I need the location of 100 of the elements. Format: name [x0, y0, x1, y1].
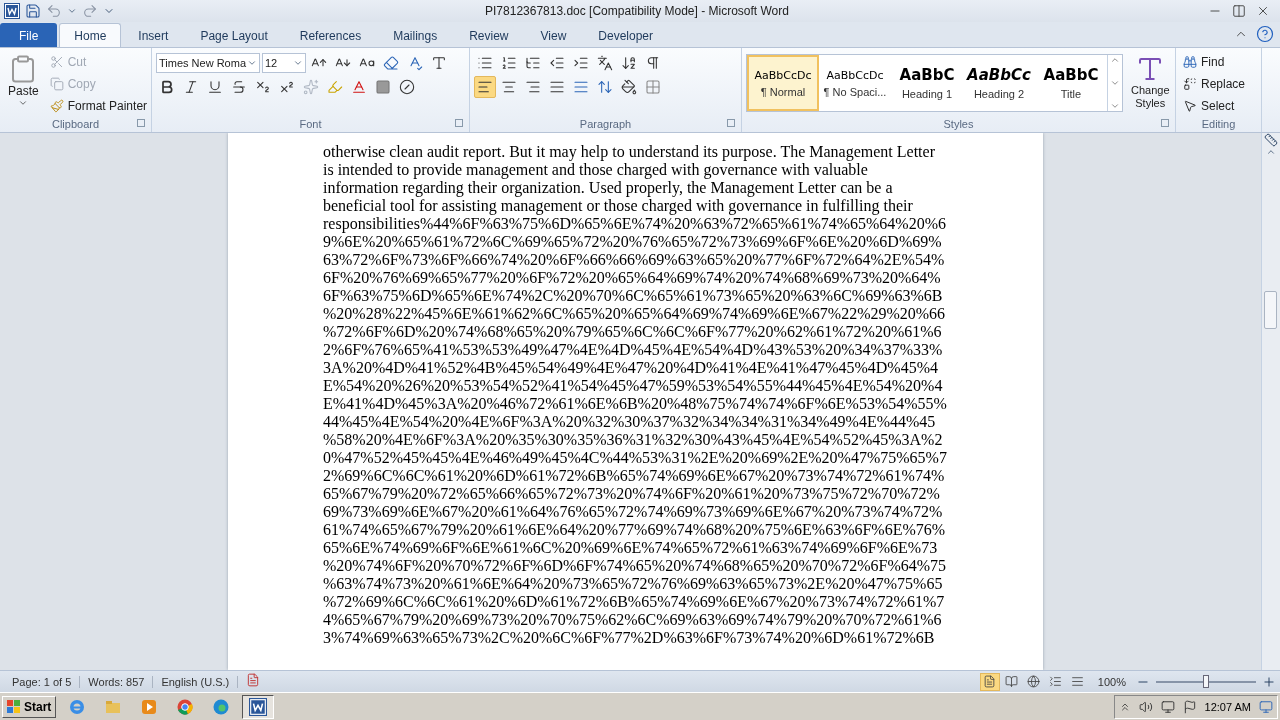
italic-icon [183, 79, 199, 95]
ribbon-tab[interactable]: Insert [123, 23, 184, 47]
eraser-icon [383, 55, 399, 71]
document-text-line: 6F%20%76%69%65%77%20%6F%72%20%65%64%69%74%20%74%68%69%73%20%64% [323, 269, 942, 287]
change-styles-button[interactable]: Change Styles [1127, 52, 1174, 116]
caret-icon [18, 98, 29, 108]
document-text-line: 9%6E%20%65%61%72%6C%69%65%72%20%76%65%72%73%69%6F%6E%20%6D%69% [323, 233, 943, 251]
document-text-line: beneficial tool for assisting management or those charged with governance in fulfilling their [323, 197, 914, 215]
sparkles-icon [303, 79, 319, 95]
group-label: Styles [943, 118, 974, 130]
show-desktop-icon[interactable] [1259, 699, 1273, 714]
edge-icon [212, 697, 231, 716]
dialog-launcher-icon[interactable] [137, 119, 145, 127]
ribbon-tab[interactable]: Home [59, 23, 122, 47]
replace-button[interactable]: Replace [1180, 74, 1249, 94]
justify-icon [549, 79, 565, 95]
alignment-button[interactable] [474, 76, 496, 98]
paintbrush-icon [49, 99, 64, 113]
zoom-in-icon[interactable] [1262, 674, 1276, 689]
word-logo-icon [249, 697, 268, 716]
style-item[interactable]: AaBbCcDc ¶ No Spaci... [819, 55, 891, 111]
highlighter-icon [327, 79, 343, 95]
document-text-line: 61%74%65%67%79%20%61%6E%64%20%77%69%74%68%20%75%6E%63%6F%6E%76% [323, 521, 947, 539]
media-player-icon [140, 697, 159, 716]
select-button[interactable]: Select [1180, 96, 1249, 116]
document-text-line: %20%28%22%45%6E%61%62%6C%65%20%65%64%69%74%69%6E%67%22%29%20%66 [323, 305, 947, 323]
decrease-indent-icon [549, 55, 565, 71]
document-text-line: %58%20%4E%6F%3A%20%35%30%35%36%31%32%30%43%45%4E%54%52%45%3A%2 [323, 431, 944, 449]
line-spacing-icon [597, 79, 613, 95]
font-size-field[interactable]: 12 [262, 53, 306, 73]
language: English (U.S.) [153, 675, 239, 688]
align-right-icon [525, 79, 541, 95]
document-text-line: %72%6F%6D%20%74%68%65%20%79%65%6C%6C%6F%77%20%62%61%72%20%61%6 [323, 323, 943, 341]
numbered-list-icon [501, 55, 517, 71]
caret-icon [247, 58, 257, 68]
dialog-launcher-icon[interactable] [455, 119, 463, 127]
style-item[interactable]: AaBbC Heading 1 [891, 55, 963, 111]
document-text-line: 2%6F%76%65%41%53%53%49%47%4E%4D%45%4E%54%4D%43%53%20%34%37%33% [323, 341, 944, 359]
document-text-line: 69%73%69%6E%67%20%61%64%76%65%72%74%69%73%69%6E%67%20%73%74%72% [323, 503, 944, 521]
windows-flag-icon [7, 699, 21, 714]
taskbar-app[interactable] [242, 694, 275, 719]
copy-icon [49, 77, 64, 91]
align-left-icon [477, 79, 493, 95]
vertical-scrollbar[interactable] [1261, 133, 1280, 670]
flag-icon[interactable] [1182, 699, 1197, 714]
document-text-line: 4%65%67%79%20%69%73%20%70%75%62%6C%69%63%69%74%79%20%70%72%61%6 [323, 611, 943, 629]
ribbon-tab[interactable]: Mailings [378, 23, 453, 47]
save-icon[interactable] [25, 3, 41, 19]
find-button[interactable]: Find [1180, 52, 1249, 72]
document-text-line: responsibilities%44%6F%63%75%6D%65%6E%74%20%63%72%65%61%74%65%64%20%6 [323, 215, 947, 233]
start-button[interactable]: Start [2, 695, 57, 718]
zoom-thumb[interactable] [1203, 674, 1209, 688]
bold-icon [159, 79, 175, 95]
pointer-icon [1183, 99, 1197, 113]
style-item[interactable]: AaBbCc Heading 2 [963, 55, 1035, 111]
ribbon-tab[interactable]: Developer [583, 23, 668, 47]
format-painter-button[interactable]: Format Painter [46, 96, 151, 116]
borders-icon [645, 79, 661, 95]
group-label: Clipboard [51, 118, 100, 130]
clock[interactable]: 12:07 AM [1204, 700, 1251, 713]
document-text-line: 63%72%6F%73%6F%66%74%20%6F%66%66%69%63%65%20%77%6F%72%64%2E%54% [323, 251, 946, 269]
group-label: Editing [1201, 118, 1236, 130]
paste-button[interactable]: Paste [4, 52, 43, 116]
word-logo-icon [4, 3, 20, 19]
font-name-field[interactable]: Times New Roma [156, 53, 260, 73]
scroll-up-icon [1266, 147, 1276, 157]
ruler-icon [1264, 133, 1278, 147]
chrome-icon [176, 697, 195, 716]
document-text-line: 65%6E%74%69%6F%6E%61%6C%20%69%6E%74%65%72%61%63%74%69%6F%6E%73 [323, 539, 939, 557]
view-button[interactable] [979, 672, 1000, 691]
font-color-icon [351, 79, 367, 95]
web-layout-icon [1027, 675, 1041, 688]
browser-e-icon [68, 697, 87, 716]
document-text-line: otherwise clean audit report. But it may help to understand its purpose. The Management Letter [323, 143, 936, 161]
style-item[interactable]: AaBbCcDc ¶ Normal [747, 55, 819, 111]
reading-layout-icon [1005, 675, 1019, 688]
multilevel-list-icon [525, 55, 541, 71]
style-item[interactable]: AaBbC Title [1035, 55, 1107, 111]
subscript-icon [255, 79, 271, 95]
document-text-line: 3A%20%4D%41%52%4B%45%54%49%4E%47%20%4D%41%4E%41%47%45%4D%45%4 [323, 359, 939, 377]
close-icon[interactable] [1256, 4, 1270, 18]
ribbon-tab[interactable]: View [525, 23, 582, 47]
dialog-launcher-icon[interactable] [727, 119, 735, 127]
speaker-icon[interactable] [1138, 699, 1153, 714]
text-layout-icon [597, 55, 613, 71]
ribbon-tab[interactable]: References [284, 23, 377, 47]
underline-icon [207, 79, 223, 95]
zoom-level[interactable]: 100% [1089, 675, 1134, 688]
scroll-thumb[interactable] [1264, 291, 1277, 329]
file-tab[interactable]: File [0, 23, 58, 47]
document-text-line: %72%69%6C%6C%61%20%6D%61%72%6B%65%74%69%6E%67%20%73%74%72%61%7 [323, 593, 946, 611]
dialog-launcher-icon[interactable] [1161, 119, 1169, 127]
word-count: Words: 857 [80, 675, 154, 688]
document-text-line: 44%45%4E%54%20%4E%6F%3A%20%32%30%37%32%34%34%31%34%49%4E%44%45 [323, 413, 937, 431]
help-icon[interactable] [1256, 25, 1274, 43]
ribbon-tab[interactable]: Page Layout [185, 23, 283, 47]
scissors-icon [49, 55, 64, 69]
ribbon-tab[interactable]: Review [454, 23, 524, 47]
document-text-line: 3%74%69%63%65%73%2C%20%6C%6F%77%2D%63%6F%73%74%20%6D%61%72%6B [323, 629, 936, 647]
document-text-line: 0%47%52%45%45%4E%46%49%45%4C%44%53%31%2E%20%69%2E%20%47%75%65%7 [323, 449, 948, 467]
